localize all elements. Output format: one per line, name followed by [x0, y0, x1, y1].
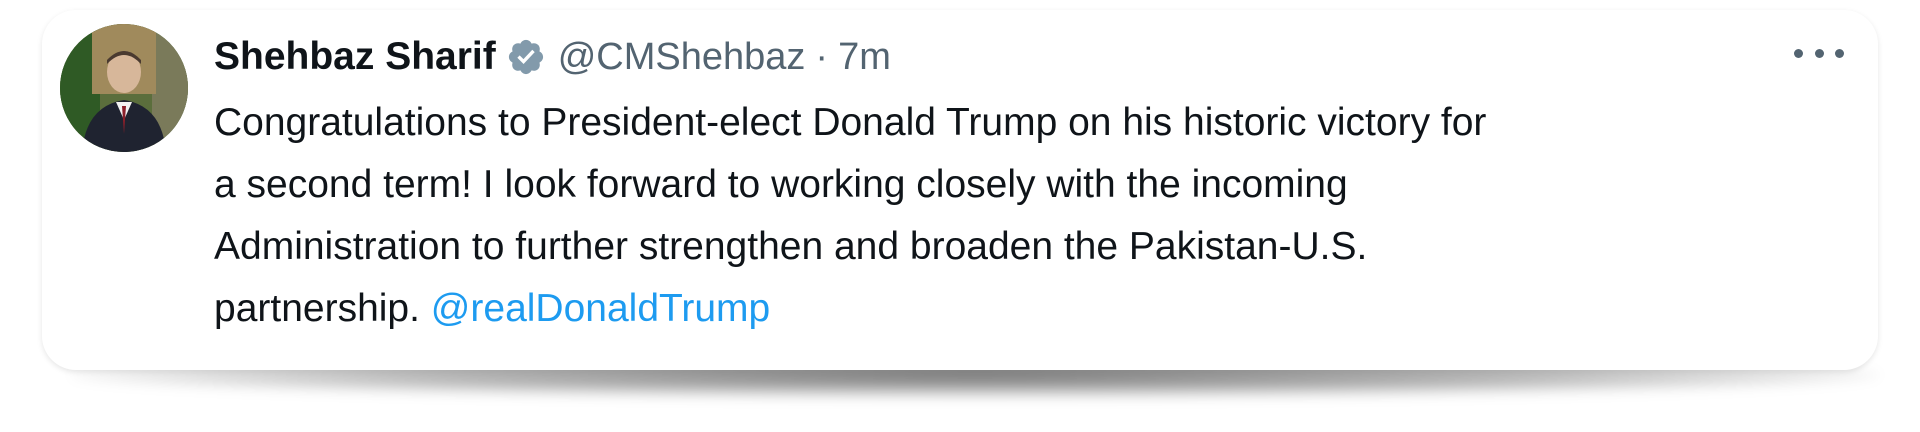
tweet-line-last: partnership. @realDonaldTrump	[214, 278, 1834, 340]
tweet-line: Congratulations to President-elect Donal…	[214, 101, 1487, 144]
avatar-image	[60, 24, 188, 152]
tweet-header: Shehbaz Sharif @CMShehbaz · 7m	[214, 32, 891, 82]
more-dot	[1814, 48, 1824, 58]
tweet-line: Administration to further strengthen and…	[214, 225, 1368, 268]
more-dot	[1835, 48, 1844, 58]
timestamp[interactable]: 7m	[838, 36, 891, 79]
tweet-line: partnership.	[214, 287, 431, 330]
more-dot	[1794, 48, 1803, 58]
tweet-card[interactable]: Shehbaz Sharif @CMShehbaz · 7m Congratul…	[42, 10, 1878, 370]
tweet-line: a second term! I look forward to working…	[214, 163, 1348, 206]
separator-dot: ·	[815, 35, 829, 78]
avatar[interactable]	[60, 24, 188, 152]
verified-badge-icon	[506, 37, 546, 77]
mention-link[interactable]: @realDonaldTrump	[431, 287, 770, 330]
more-options-icon[interactable]	[1794, 36, 1844, 70]
author-name[interactable]: Shehbaz Sharif	[214, 35, 496, 79]
screenshot-stage: Shehbaz Sharif @CMShehbaz · 7m Congratul…	[0, 0, 1920, 432]
author-handle[interactable]: @CMShehbaz	[558, 36, 806, 79]
tweet-text: Congratulations to President-elect Donal…	[214, 92, 1834, 340]
